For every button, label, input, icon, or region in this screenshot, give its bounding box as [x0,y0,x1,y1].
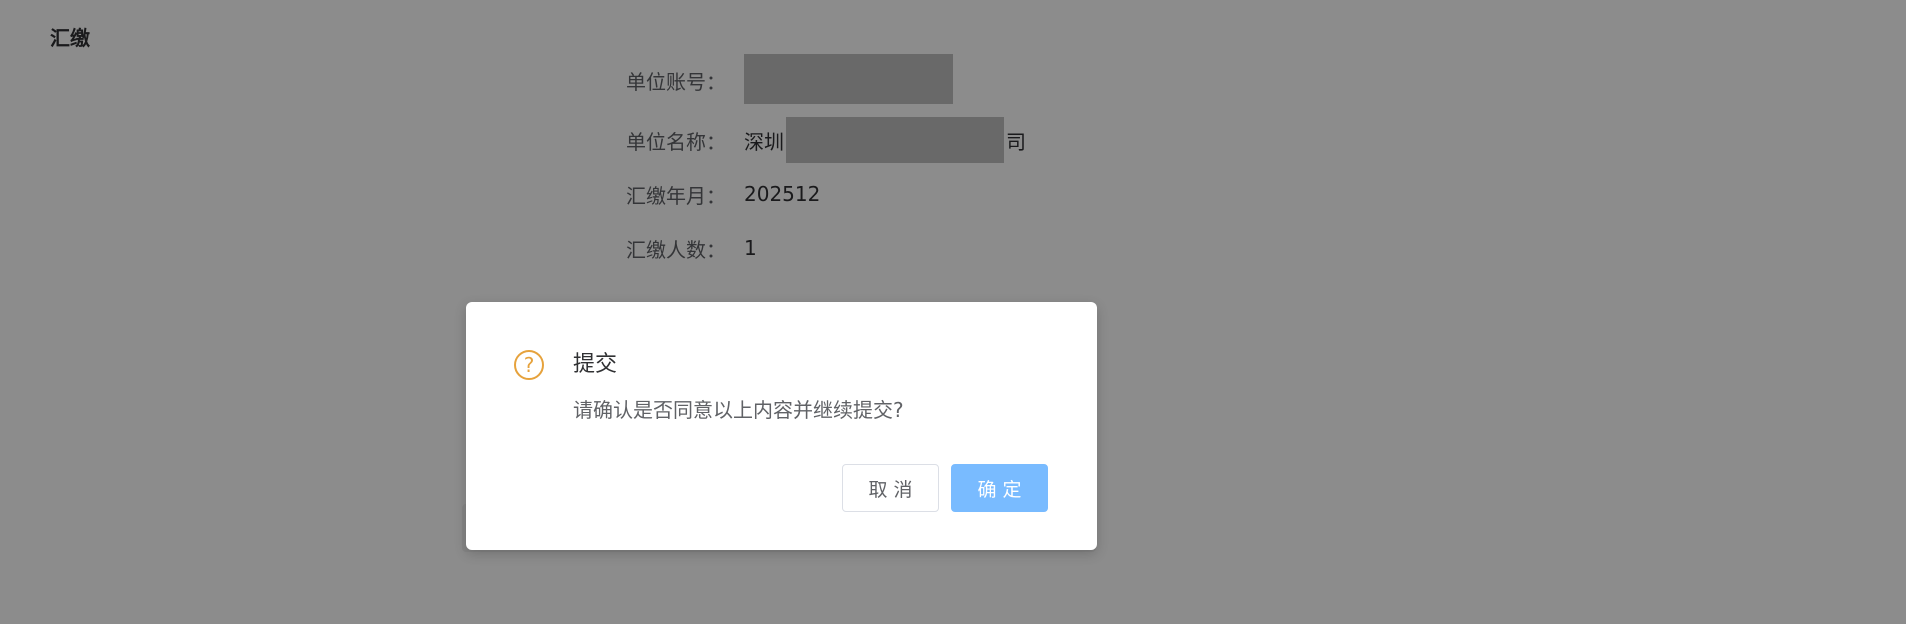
confirm-button[interactable]: 确定 [951,464,1048,512]
dialog-title: 提交 [573,352,618,377]
confirm-dialog: ? 提交 请确认是否同意以上内容并继续提交? 取消 确定 [466,302,1097,550]
dialog-message: 请确认是否同意以上内容并继续提交? [573,398,904,422]
cancel-button[interactable]: 取消 [842,464,939,512]
question-circle-icon: ? [514,350,544,380]
